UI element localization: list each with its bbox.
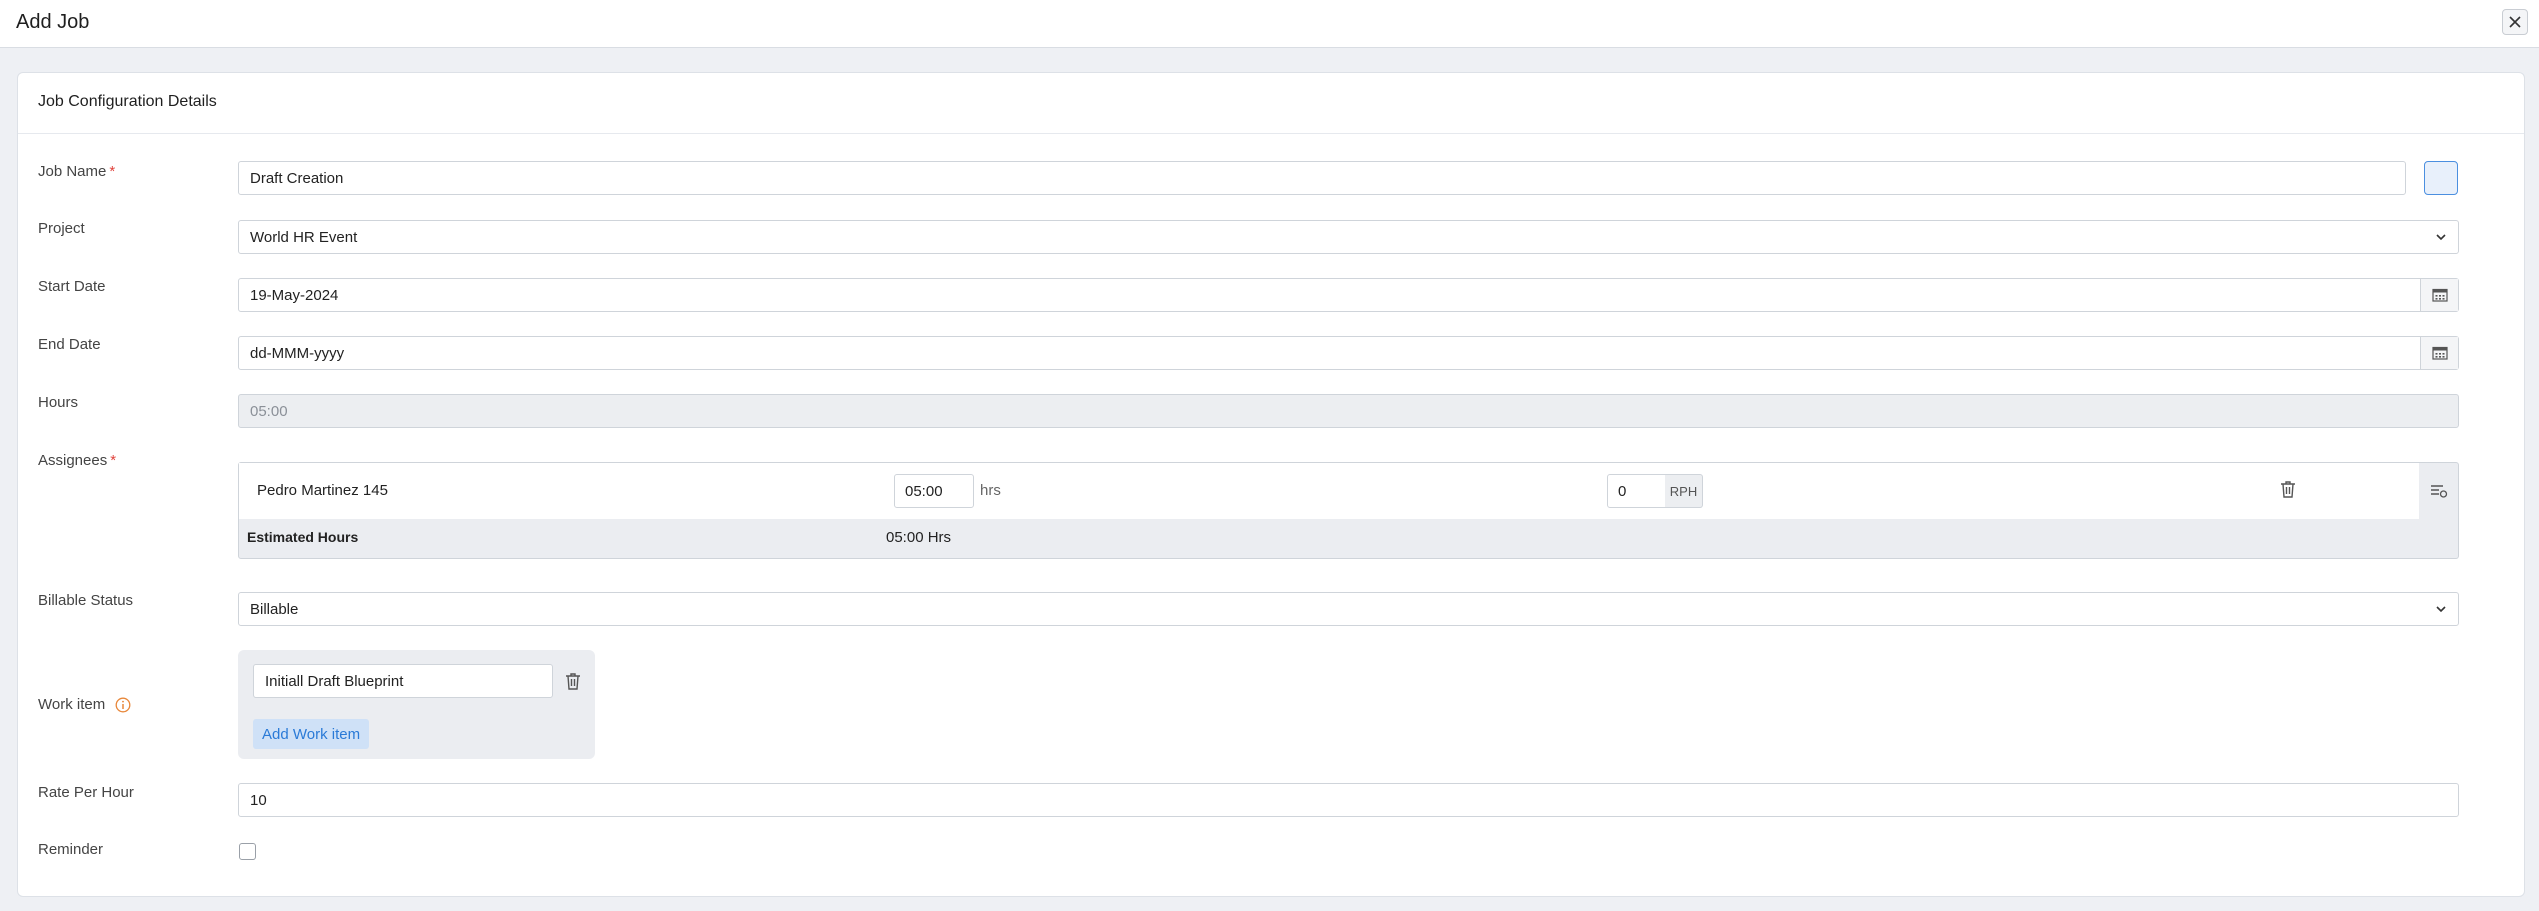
project-select[interactable]: World HR Event bbox=[238, 220, 2459, 254]
start-date-label: Start Date bbox=[38, 278, 106, 295]
estimated-hours-label: Estimated Hours bbox=[247, 529, 359, 545]
assignees-label: Assignees * bbox=[38, 452, 117, 469]
info-icon[interactable] bbox=[115, 697, 131, 713]
trash-icon[interactable] bbox=[2280, 480, 2296, 498]
billable-status-label: Billable Status bbox=[38, 592, 134, 609]
list-settings-icon bbox=[2431, 485, 2448, 498]
estimated-hours-value: 05:00 Hrs bbox=[886, 529, 952, 546]
end-date-input[interactable]: dd-MMM-yyyy bbox=[238, 336, 2459, 370]
reminder-checkbox[interactable] bbox=[239, 843, 256, 860]
billable-status-select[interactable]: Billable bbox=[238, 592, 2459, 626]
start-date-input[interactable]: 19-May-2024 bbox=[238, 278, 2459, 312]
calendar-icon bbox=[2431, 288, 2448, 302]
assignee-settings-button[interactable] bbox=[2419, 463, 2459, 519]
rate-per-hour-input[interactable]: 10 bbox=[238, 783, 2459, 817]
required-mark: * bbox=[109, 163, 116, 180]
rph-unit-label: RPH bbox=[1665, 474, 1703, 508]
work-item-input[interactable]: Initiall Draft Blueprint bbox=[253, 664, 553, 698]
end-date-calendar-button[interactable] bbox=[2420, 337, 2458, 369]
dialog-title: Add Job bbox=[16, 11, 90, 33]
chevron-down-icon bbox=[2436, 606, 2446, 613]
job-name-side-button[interactable] bbox=[2424, 161, 2458, 195]
add-work-item-button[interactable]: Add Work item bbox=[253, 719, 370, 749]
assignee-rate-input[interactable]: 0 bbox=[1607, 474, 1666, 508]
start-date-calendar-button[interactable] bbox=[2420, 279, 2458, 311]
calendar-icon bbox=[2431, 346, 2448, 360]
chevron-down-icon bbox=[2436, 234, 2446, 241]
job-name-label: Job Name * bbox=[38, 163, 116, 180]
job-configuration-card: Job Configuration Details Job Name * Draf… bbox=[17, 72, 2525, 897]
required-mark: * bbox=[110, 452, 117, 469]
hours-unit-label: hrs bbox=[980, 482, 1001, 499]
close-button[interactable] bbox=[2502, 9, 2528, 35]
assignee-name: Pedro Martinez 145 bbox=[257, 482, 388, 499]
job-name-input[interactable]: Draft Creation bbox=[238, 161, 2406, 195]
trash-icon[interactable] bbox=[565, 672, 581, 690]
work-item-panel: Initiall Draft Blueprint Add Work item bbox=[238, 650, 595, 759]
work-item-label: Work item bbox=[38, 696, 131, 713]
project-label: Project bbox=[38, 220, 85, 237]
hours-input: 05:00 bbox=[238, 394, 2459, 428]
close-icon bbox=[2509, 16, 2521, 28]
end-date-label: End Date bbox=[38, 336, 101, 353]
hours-label: Hours bbox=[38, 394, 79, 411]
section-divider bbox=[18, 133, 2524, 134]
rate-per-hour-label: Rate Per Hour bbox=[38, 784, 134, 801]
assignees-table: Pedro Martinez 145 05:00 hrs 0 RPH Estim… bbox=[238, 462, 2459, 559]
assignee-row: Pedro Martinez 145 05:00 hrs 0 RPH bbox=[239, 463, 2419, 519]
section-title: Job Configuration Details bbox=[38, 93, 217, 110]
dialog-header: Add Job bbox=[0, 0, 2539, 48]
reminder-label: Reminder bbox=[38, 841, 104, 858]
assignee-hours-input[interactable]: 05:00 bbox=[894, 474, 974, 508]
